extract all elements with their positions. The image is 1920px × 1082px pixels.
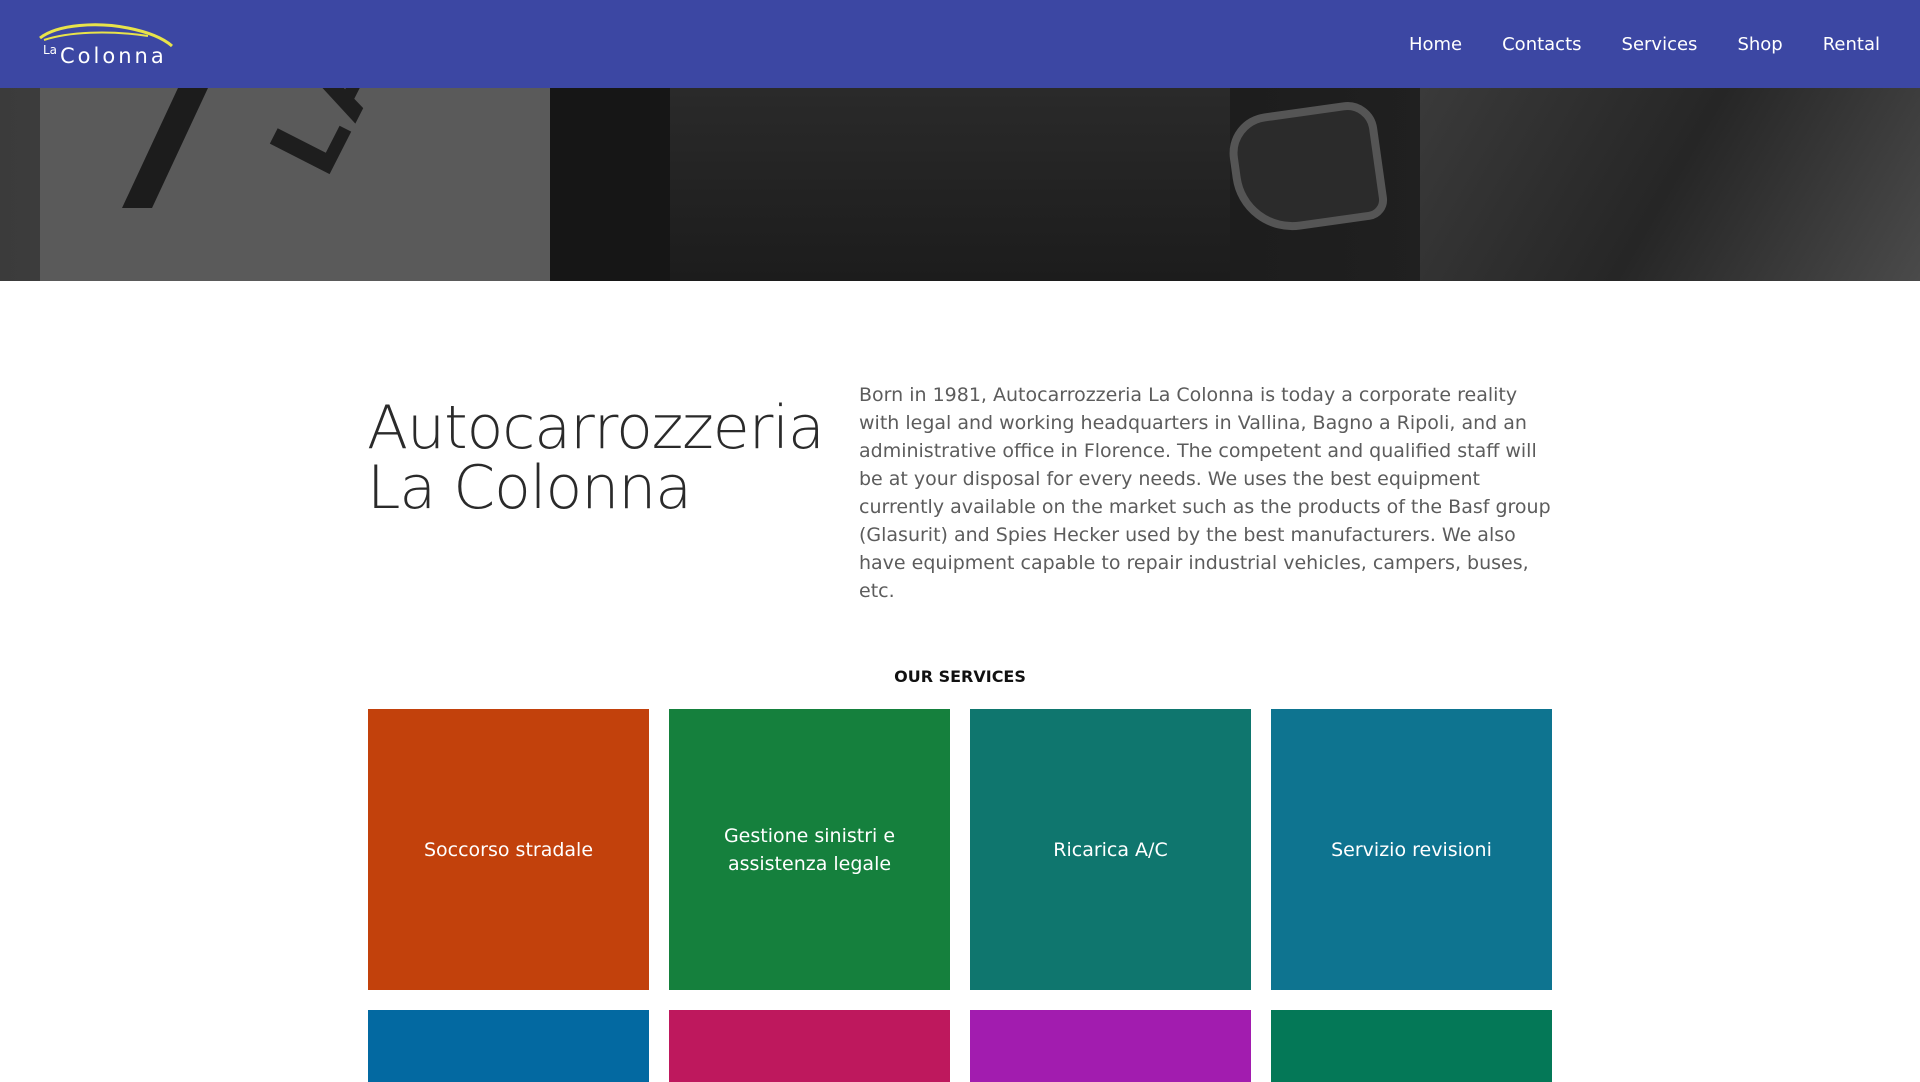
service-tile-ricarica-ac[interactable]: Ricarica A/C (970, 709, 1251, 990)
main-nav: Home Contacts Services Shop Rental (1409, 0, 1880, 88)
service-tile-soccorso-stradale[interactable]: Soccorso stradale (368, 709, 649, 990)
service-tile-row2-4[interactable] (1271, 1010, 1552, 1082)
logo[interactable]: La Colonna (38, 20, 176, 68)
service-tile-gestione-sinistri[interactable]: Gestione sinistri e assistenza legale (669, 709, 950, 990)
services-heading: OUR SERVICES (894, 667, 1026, 687)
service-tile-servizio-revisioni[interactable]: Servizio revisioni (1271, 709, 1552, 990)
hero-image: LA COLONNA (0, 88, 1920, 281)
page-title: Autocarrozzeria La Colonna (367, 398, 827, 518)
service-tile-row2-1[interactable] (368, 1010, 649, 1082)
page-title-line-1: Autocarrozzeria (367, 393, 825, 464)
nav-services[interactable]: Services (1622, 34, 1698, 55)
service-tile-label: Gestione sinistri e assistenza legale (723, 824, 896, 875)
nav-rental[interactable]: Rental (1823, 34, 1880, 55)
page-title-line-2: La Colonna (367, 453, 692, 524)
hero-car-door (1420, 88, 1920, 281)
service-tile-label: Soccorso stradale (423, 838, 594, 861)
hero-car-mirror (1224, 98, 1390, 238)
intro-paragraph: Born in 1981, Autocarrozzeria La Colonna… (859, 384, 1551, 602)
nav-contacts[interactable]: Contacts (1502, 34, 1581, 55)
hero-sign-edge (550, 88, 670, 281)
service-tile-label: Ricarica A/C (1053, 838, 1168, 861)
logo-prefix: La (43, 43, 58, 57)
hero-floor (670, 88, 1230, 281)
service-tile-row2-2[interactable] (669, 1010, 950, 1082)
site-header: La Colonna Home Contacts Services Shop R… (0, 0, 1920, 88)
logo-name: Colonna (60, 44, 167, 68)
nav-home[interactable]: Home (1409, 34, 1462, 55)
service-tile-row2-3[interactable] (970, 1010, 1251, 1082)
nav-shop[interactable]: Shop (1737, 34, 1782, 55)
service-tile-label: Servizio revisioni (1331, 838, 1492, 861)
